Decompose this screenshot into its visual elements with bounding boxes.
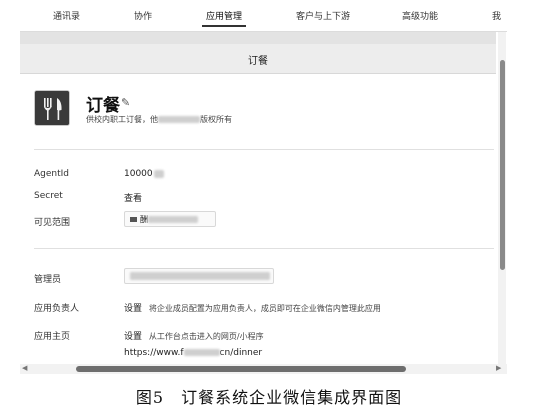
homepage-url-suffix: cn/dinner	[219, 348, 263, 358]
scroll-left-icon[interactable]: ◀	[22, 364, 27, 372]
folder-icon	[130, 217, 137, 222]
homepage-hint: 从工作台点击进入的网页/小程序	[148, 332, 264, 341]
agentid-label: AgentId	[34, 169, 70, 179]
tab-collaboration[interactable]: 协作	[134, 9, 152, 22]
visible-scope-label: 可见范围	[34, 218, 71, 228]
tab-advanced[interactable]: 高级功能	[402, 9, 438, 22]
visible-scope-text: 酬	[140, 215, 148, 224]
tab-customers[interactable]: 客户与上下游	[296, 9, 350, 22]
divider	[34, 248, 494, 249]
tab-mine[interactable]: 我	[492, 9, 501, 22]
redacted-text	[153, 169, 164, 178]
header-band	[20, 32, 496, 44]
homepage-url[interactable]: https://www.f cn/dinner	[124, 348, 262, 358]
description-partial: 他	[150, 115, 158, 124]
homepage-row: 设置 从工作台点击进入的网页/小程序	[124, 329, 264, 342]
scroll-right-icon[interactable]: ▶	[496, 364, 501, 372]
redacted-text	[183, 349, 220, 356]
homepage-label: 应用主页	[34, 332, 71, 342]
secret-view-link[interactable]: 查看	[124, 191, 142, 204]
horizontal-scroll-thumb[interactable]	[76, 366, 406, 372]
tab-app-management[interactable]: 应用管理	[201, 9, 247, 27]
app-window: 通讯录 协作 应用管理 客户与上下游 高级功能 我 订餐 订餐 ✎ 供校内职工订…	[20, 0, 507, 378]
divider	[34, 149, 494, 150]
app-description: 供校内职工订餐，他 版权所有	[86, 114, 232, 125]
owner-hint: 将企业成员配置为应用负责人，成员即可在企业微信内管理此应用	[148, 304, 381, 313]
description-text: 供校内职工订餐，	[86, 115, 150, 124]
vertical-scroll-thumb[interactable]	[500, 60, 505, 270]
redacted-text	[148, 216, 198, 223]
description-suffix: 版权所有	[200, 115, 232, 124]
homepage-url-prefix: https://www.f	[124, 348, 184, 358]
visible-scope-chip[interactable]: 酬	[124, 211, 216, 227]
redacted-text	[158, 116, 200, 123]
owner-row: 设置 将企业成员配置为应用负责人，成员即可在企业微信内管理此应用	[124, 301, 381, 314]
secret-label: Secret	[34, 191, 63, 201]
edit-icon[interactable]: ✎	[121, 96, 130, 109]
fork-knife-icon	[34, 90, 70, 126]
app-name: 订餐	[86, 96, 120, 116]
tab-contacts[interactable]: 通讯录	[53, 9, 80, 22]
agentid-value: 10000	[124, 169, 164, 179]
owner-set-button[interactable]: 设置	[124, 304, 142, 314]
page-title-bar: 订餐	[20, 44, 496, 74]
figure-caption: 图5 订餐系统企业微信集成界面图	[135, 388, 403, 407]
agentid-number: 10000	[124, 169, 153, 179]
top-nav: 通讯录 协作 应用管理 客户与上下游 高级功能 我	[20, 0, 507, 32]
owner-label: 应用负责人	[34, 304, 80, 314]
page-title: 订餐	[248, 56, 268, 67]
admin-label: 管理员	[34, 275, 62, 285]
redacted-text	[130, 271, 270, 280]
admin-list[interactable]	[124, 268, 274, 284]
homepage-set-button[interactable]: 设置	[124, 332, 142, 342]
